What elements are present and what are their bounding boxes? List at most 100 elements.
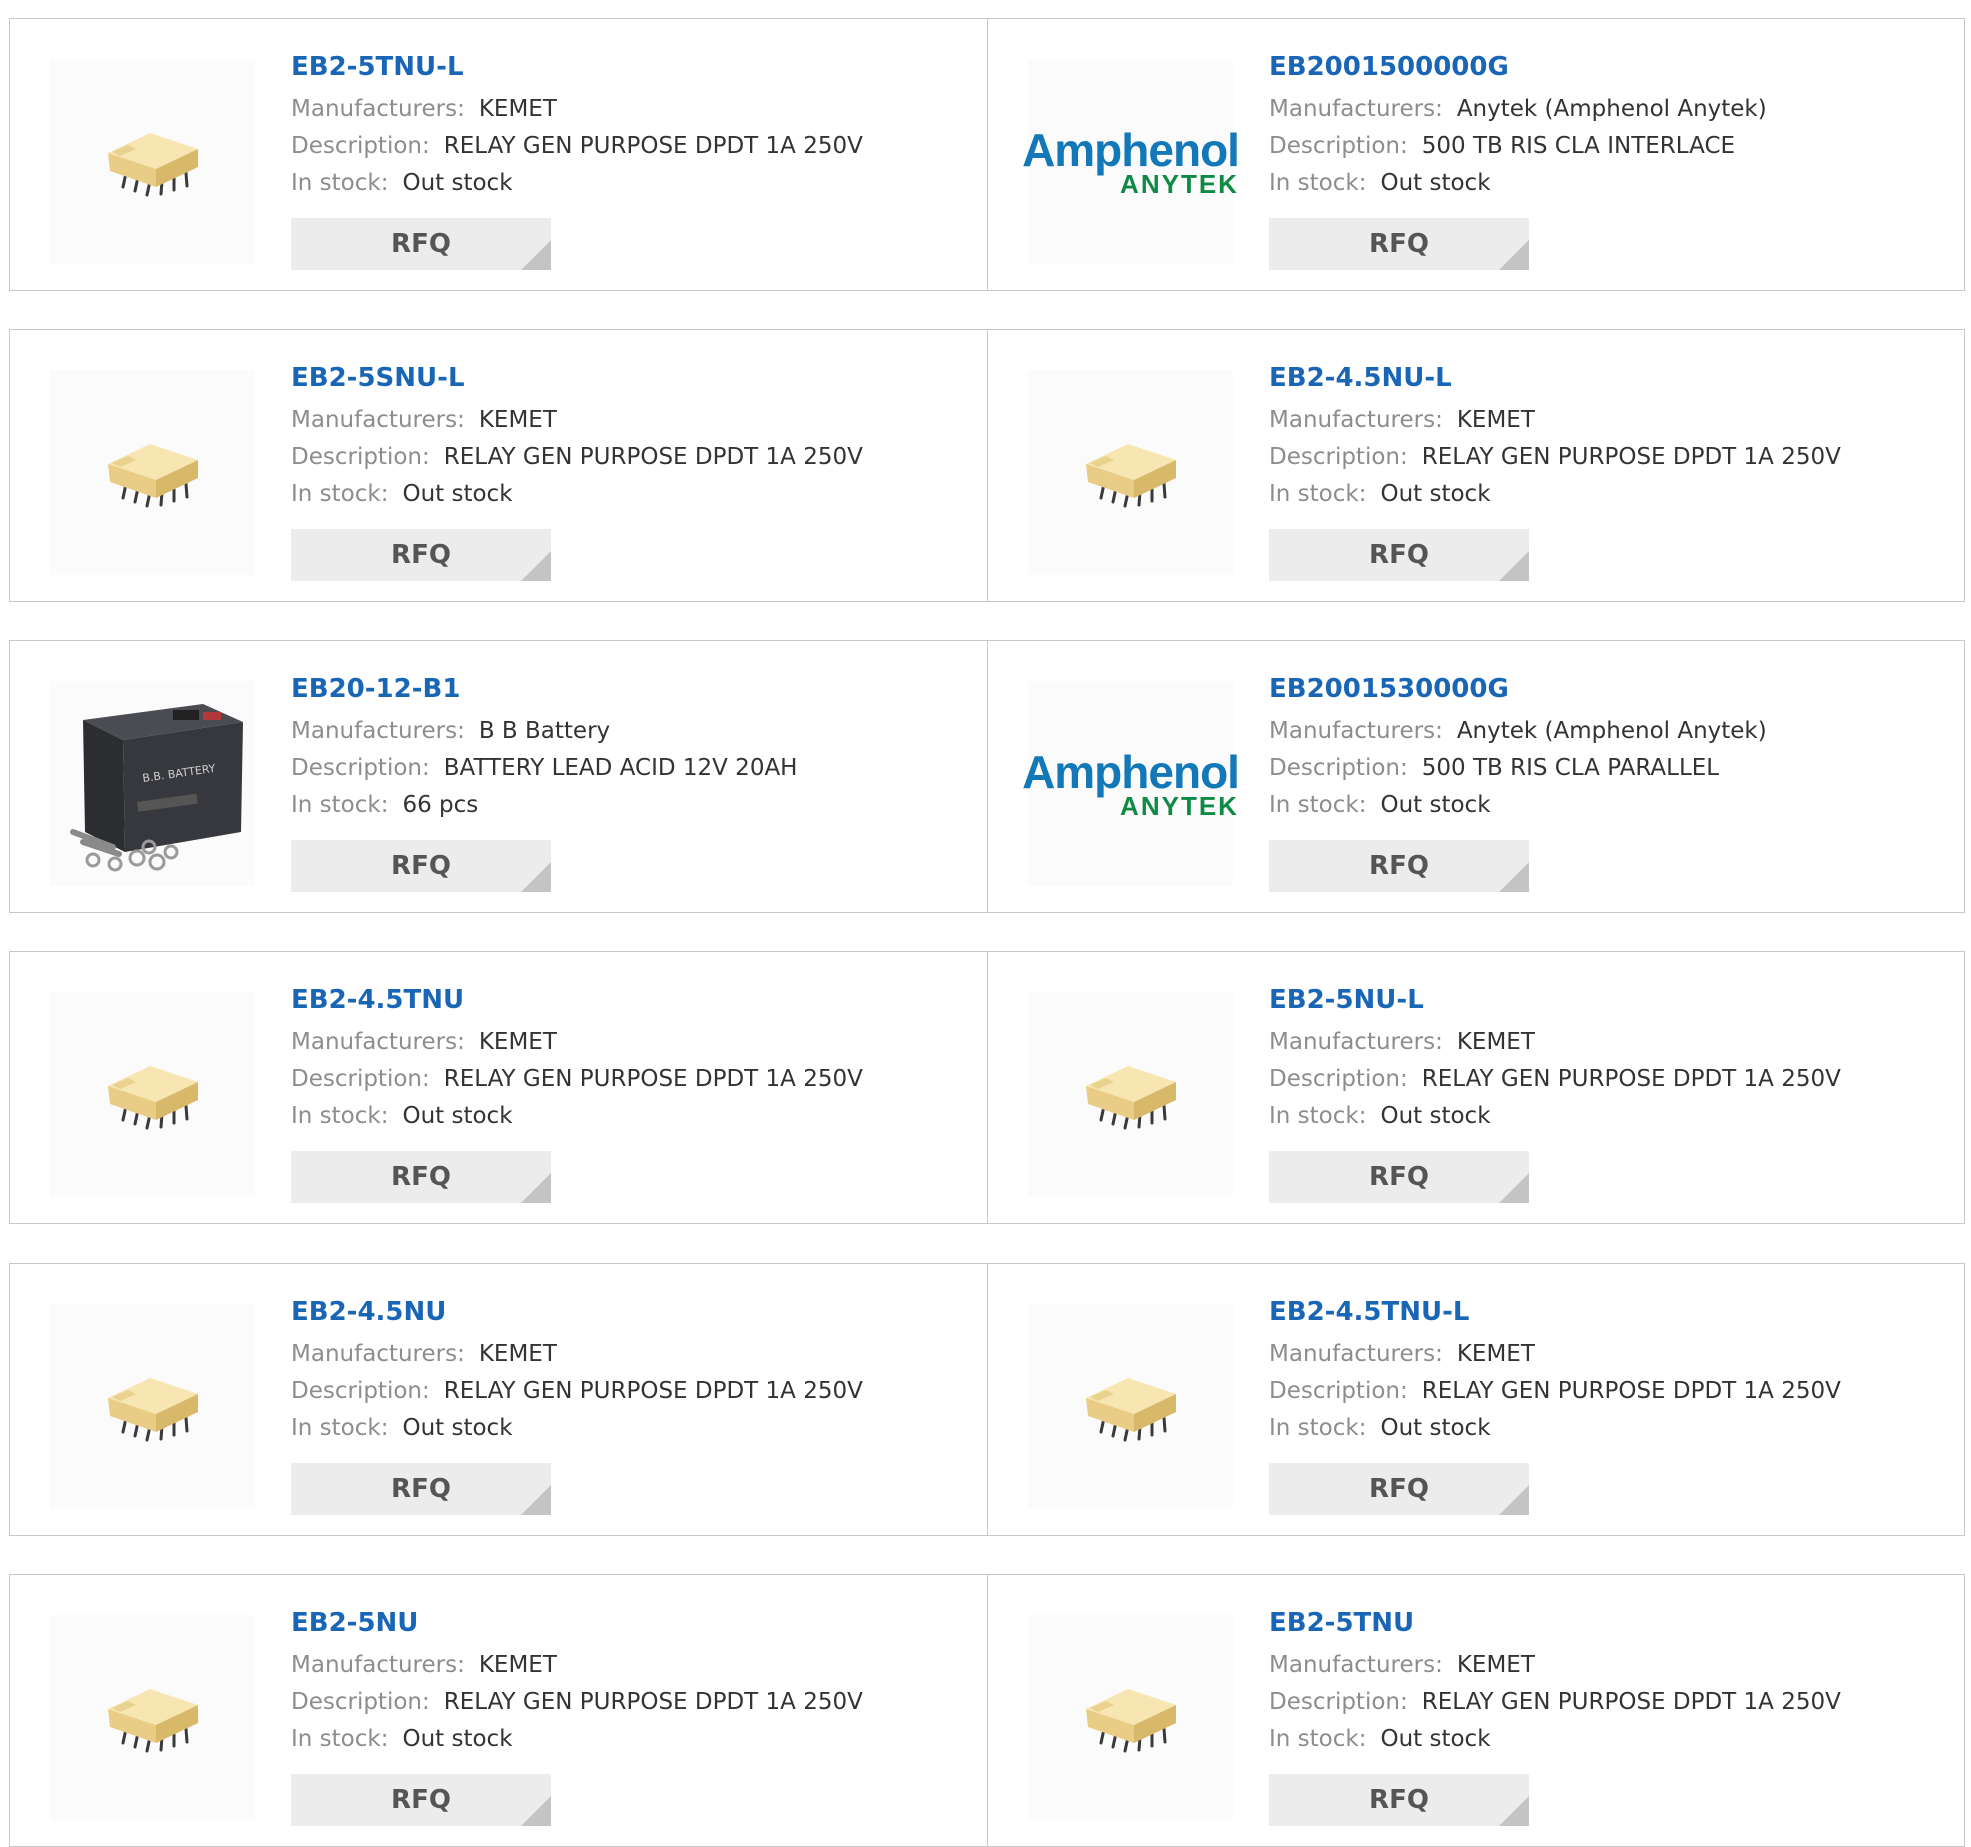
spec-stock: In stock: Out stock — [291, 1721, 977, 1758]
description-label: Description: — [291, 755, 430, 781]
rfq-button[interactable]: RFQ — [1269, 1151, 1529, 1203]
product-info: EB2-5SNU-L Manufacturers: KEMET Description… — [291, 360, 977, 513]
part-number-link[interactable]: EB2-5NU — [291, 1605, 977, 1641]
product-info: EB2-5NU-L Manufacturers: KEMET Description:… — [1269, 982, 1954, 1135]
product-image[interactable] — [1028, 992, 1233, 1197]
spec-description: Description: RELAY GEN PURPOSE DPDT 1A 25… — [1269, 1373, 1954, 1410]
corner-triangle-icon — [1499, 1485, 1529, 1515]
part-number-link[interactable]: EB2-4.5NU-L — [1269, 360, 1954, 396]
product-row: B.B. BATTERY EB20-12-B1 Manufacturers: B B… — [9, 640, 1965, 913]
product-image[interactable] — [1028, 370, 1233, 575]
rfq-button-label: RFQ — [391, 1474, 451, 1504]
rfq-button[interactable]: RFQ — [1269, 218, 1529, 270]
corner-triangle-icon — [1499, 1173, 1529, 1203]
product-image[interactable]: B.B. BATTERY — [50, 681, 255, 886]
description-value: RELAY GEN PURPOSE DPDT 1A 250V — [1421, 1378, 1841, 1404]
part-number-link[interactable]: EB2001530000G — [1269, 671, 1954, 707]
part-number-link[interactable]: EB20-12-B1 — [291, 671, 977, 707]
product-image[interactable] — [50, 1304, 255, 1509]
part-number-link[interactable]: EB2001500000G — [1269, 49, 1954, 85]
corner-triangle-icon — [1499, 1796, 1529, 1826]
manufacturer-label: Manufacturers: — [291, 1341, 465, 1367]
relay-icon — [1076, 426, 1186, 520]
rfq-button-label: RFQ — [1369, 540, 1429, 570]
corner-triangle-icon — [521, 1173, 551, 1203]
part-number-link[interactable]: EB2-4.5NU — [291, 1294, 977, 1330]
rfq-button-label: RFQ — [1369, 1785, 1429, 1815]
stock-value: Out stock — [402, 481, 513, 507]
product-image[interactable] — [50, 59, 255, 264]
product-image[interactable] — [1028, 1615, 1233, 1820]
manufacturer-label: Manufacturers: — [1269, 1029, 1443, 1055]
part-number-link[interactable]: EB2-5TNU — [1269, 1605, 1954, 1641]
product-image[interactable] — [1028, 1304, 1233, 1509]
rfq-button[interactable]: RFQ — [291, 840, 551, 892]
product-image[interactable]: Amphenol ANYTEK — [1022, 59, 1240, 264]
description-label: Description: — [1269, 444, 1408, 470]
manufacturer-value: KEMET — [478, 96, 557, 122]
stock-label: In stock: — [1269, 170, 1367, 196]
spec-description: Description: RELAY GEN PURPOSE DPDT 1A 25… — [291, 128, 977, 165]
amphenol-logo: Amphenol ANYTEK — [1022, 745, 1240, 819]
stock-label: In stock: — [1269, 1415, 1367, 1441]
description-label: Description: — [1269, 1689, 1408, 1715]
rfq-button[interactable]: RFQ — [1269, 1774, 1529, 1826]
spec-description: Description: RELAY GEN PURPOSE DPDT 1A 25… — [291, 1684, 977, 1721]
product-image[interactable] — [50, 992, 255, 1197]
rfq-button-label: RFQ — [1369, 229, 1429, 259]
amphenol-logo-text: Amphenol — [1022, 745, 1240, 798]
manufacturer-value: KEMET — [478, 1029, 557, 1055]
stock-label: In stock: — [1269, 1103, 1367, 1129]
product-image[interactable] — [50, 370, 255, 575]
rfq-button[interactable]: RFQ — [291, 1151, 551, 1203]
description-label: Description: — [291, 1689, 430, 1715]
rfq-button[interactable]: RFQ — [291, 529, 551, 581]
rfq-button-label: RFQ — [1369, 851, 1429, 881]
corner-triangle-icon — [1499, 862, 1529, 892]
part-number-link[interactable]: EB2-5TNU-L — [291, 49, 977, 85]
product-image[interactable] — [50, 1615, 255, 1820]
spec-stock: In stock: Out stock — [291, 165, 977, 202]
product-info: EB2-4.5NU-L Manufacturers: KEMET Descriptio… — [1269, 360, 1954, 513]
description-value: BATTERY LEAD ACID 12V 20AH — [443, 755, 798, 781]
stock-label: In stock: — [291, 1103, 389, 1129]
rfq-button[interactable]: RFQ — [291, 1463, 551, 1515]
product-info: EB2-5TNU Manufacturers: KEMET Description: R… — [1269, 1605, 1954, 1758]
description-value: RELAY GEN PURPOSE DPDT 1A 250V — [443, 1378, 863, 1404]
rfq-button[interactable]: RFQ — [1269, 529, 1529, 581]
product-row: EB2-5NU Manufacturers: KEMET Description: RE… — [9, 1574, 1965, 1847]
stock-value: Out stock — [402, 1415, 513, 1441]
description-value: RELAY GEN PURPOSE DPDT 1A 250V — [443, 133, 863, 159]
spec-stock: In stock: Out stock — [291, 1410, 977, 1447]
rfq-button[interactable]: RFQ — [1269, 840, 1529, 892]
spec-manufacturer: Manufacturers: KEMET — [1269, 1647, 1954, 1684]
manufacturer-label: Manufacturers: — [1269, 407, 1443, 433]
product-card: EB2-5TNU-L Manufacturers: KEMET Description… — [10, 19, 987, 290]
part-number-link[interactable]: EB2-4.5TNU-L — [1269, 1294, 1954, 1330]
part-number-link[interactable]: EB2-5SNU-L — [291, 360, 977, 396]
rfq-button[interactable]: RFQ — [291, 1774, 551, 1826]
stock-value: 66 pcs — [402, 792, 479, 818]
product-info: EB2-5TNU-L Manufacturers: KEMET Description… — [291, 49, 977, 202]
spec-stock: In stock: Out stock — [1269, 1721, 1954, 1758]
description-label: Description: — [1269, 133, 1408, 159]
part-number-link[interactable]: EB2-4.5TNU — [291, 982, 977, 1018]
corner-triangle-icon — [521, 551, 551, 581]
stock-value: Out stock — [1380, 1415, 1491, 1441]
product-row: EB2-4.5TNU Manufacturers: KEMET Description… — [9, 951, 1965, 1224]
manufacturer-label: Manufacturers: — [1269, 1341, 1443, 1367]
rfq-button[interactable]: RFQ — [1269, 1463, 1529, 1515]
part-number-link[interactable]: EB2-5NU-L — [1269, 982, 1954, 1018]
description-value: 500 TB RIS CLA INTERLACE — [1421, 133, 1736, 159]
spec-stock: In stock: Out stock — [291, 1098, 977, 1135]
spec-description: Description: 500 TB RIS CLA PARALLEL — [1269, 750, 1954, 787]
product-info: EB2-4.5TNU-L Manufacturers: KEMET Descripti… — [1269, 1294, 1954, 1447]
relay-icon — [98, 115, 208, 209]
rfq-button[interactable]: RFQ — [291, 218, 551, 270]
stock-value: Out stock — [402, 1726, 513, 1752]
product-image[interactable]: Amphenol ANYTEK — [1022, 681, 1240, 886]
spec-description: Description: RELAY GEN PURPOSE DPDT 1A 25… — [1269, 439, 1954, 476]
spec-manufacturer: Manufacturers: KEMET — [291, 1024, 977, 1061]
spec-description: Description: BATTERY LEAD ACID 12V 20AH — [291, 750, 977, 787]
stock-value: Out stock — [1380, 1726, 1491, 1752]
